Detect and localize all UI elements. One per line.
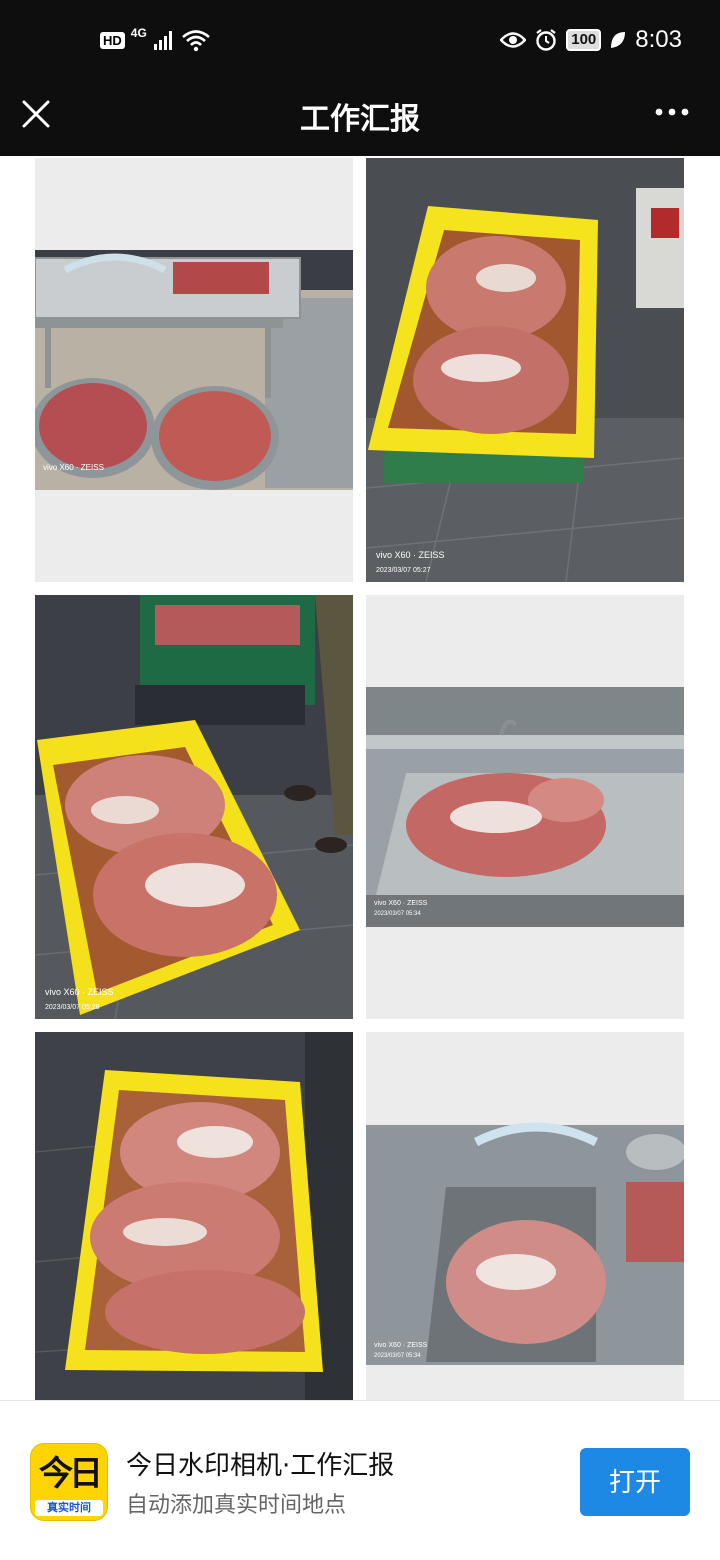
eye-icon (500, 32, 527, 48)
app-icon-sub: 真实时间 (35, 1500, 103, 1516)
leaf-icon (611, 32, 626, 48)
photo-3-watermark: vivo X60 · ZEISS (45, 987, 114, 997)
app-banner: 今日 真实时间 今日水印相机·工作汇报 自动添加真实时间地点 打开 (0, 1400, 720, 1560)
signal-icon (153, 31, 172, 50)
app-title: 今日水印相机·工作汇报 (126, 1451, 395, 1481)
open-button[interactable]: 打开 (580, 1448, 690, 1516)
status-left: HD 4G (100, 26, 211, 52)
photo-4-watermark: vivo X60 · ZEISS (374, 900, 428, 907)
photo-6-timestamp: 2023/03/07 05:34 (374, 1353, 421, 1359)
photo-crate-floor[interactable]: vivo X60 · ZEISS 2023/03/07 05:28 (35, 595, 353, 1019)
photo-4-timestamp: 2023/03/07 05:34 (374, 911, 421, 917)
photo-6-watermark: vivo X60 · ZEISS (374, 1342, 428, 1349)
app-subtitle: 自动添加真实时间地点 (126, 1493, 347, 1518)
photo-yellow-crate[interactable]: vivo X60 · ZEISS 2023/03/07 05:27 (366, 158, 684, 582)
photo-2-timestamp: 2023/03/07 05:27 (376, 567, 431, 574)
alarm-icon (536, 29, 556, 51)
page-title: 工作汇报 (300, 102, 420, 137)
network-type: 4G (130, 26, 147, 40)
photo-2-watermark: vivo X60 · ZEISS (376, 550, 445, 560)
more-icon[interactable] (654, 100, 690, 124)
photo-meat-bowls[interactable]: vivo X60 · ZEISS (35, 158, 353, 582)
nav-bar: 工作汇报 (0, 84, 720, 156)
app-icon-text: 今日 (39, 1454, 103, 1494)
photo-3-timestamp: 2023/03/07 05:28 (45, 1004, 100, 1011)
photo-grid: vivo X60 · ZEISS vivo X60 · ZEISS 2023/0… (0, 156, 720, 1400)
photo-1-watermark: vivo X60 · ZEISS (43, 463, 104, 472)
status-bar: HD 4G 100 8:03 (0, 0, 720, 84)
clock: 8:03 (635, 26, 682, 53)
wifi-icon (181, 30, 210, 52)
app-icon[interactable]: 今日 真实时间 (30, 1443, 108, 1521)
status-right: 100 8:03 (500, 26, 682, 54)
photo-steel-table[interactable]: vivo X60 · ZEISS 2023/03/07 05:34 (366, 595, 684, 1019)
photo-sink[interactable]: vivo X60 · ZEISS 2023/03/07 05:34 (366, 1032, 684, 1400)
hd-badge: HD (100, 31, 125, 49)
photo-crate-full[interactable] (35, 1032, 353, 1400)
battery-level: 100 (566, 29, 602, 51)
